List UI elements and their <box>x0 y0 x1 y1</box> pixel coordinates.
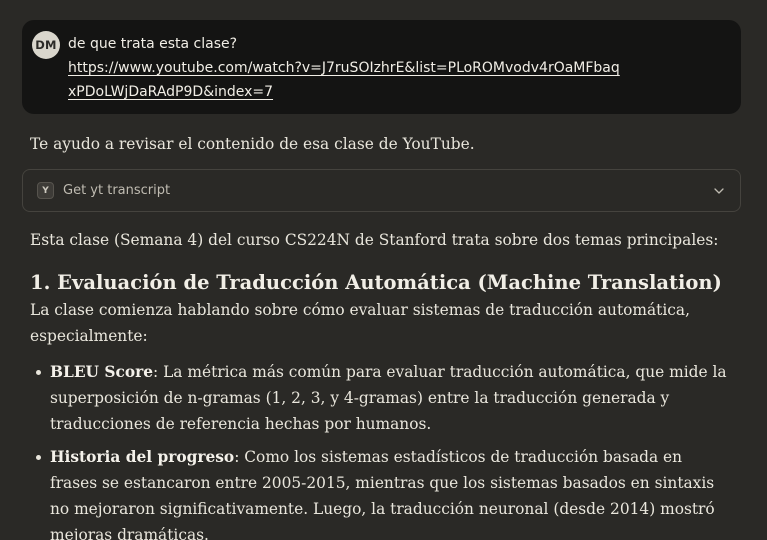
user-message: DM de que trata esta clase? https://www.… <box>22 20 741 114</box>
tool-label: Get yt transcript <box>63 183 171 198</box>
summary-text: Esta clase (Semana 4) del curso CS224N d… <box>30 231 719 249</box>
assistant-response: Esta clase (Semana 4) del curso CS224N d… <box>30 227 730 540</box>
bullet-term: BLEU Score <box>50 363 153 381</box>
section-heading: 1. Evaluación de Traducción Automática (… <box>30 271 722 294</box>
list-item: BLEU Score: La métrica más común para ev… <box>36 359 730 437</box>
list-item: Historia del progreso: Como los sistemas… <box>36 444 730 540</box>
bullet-term: Historia del progreso <box>50 448 235 466</box>
youtube-link[interactable]: https://www.youtube.com/watch?v=J7ruSOIz… <box>68 56 628 104</box>
youtube-tool-icon: Y <box>37 182 54 199</box>
bullet-list: BLEU Score: La métrica más común para ev… <box>30 359 730 540</box>
user-message-text: de que trata esta clase? https://www.you… <box>68 32 721 104</box>
tool-call-get-yt-transcript[interactable]: Y Get yt transcript <box>22 169 741 212</box>
user-question: de que trata esta clase? <box>68 36 238 52</box>
user-avatar[interactable]: DM <box>32 31 60 59</box>
section-paragraph: La clase comienza hablando sobre cómo ev… <box>30 301 690 345</box>
assistant-intro: Te ayudo a revisar el contenido de esa c… <box>30 135 475 153</box>
chevron-down-icon[interactable] <box>712 184 726 198</box>
